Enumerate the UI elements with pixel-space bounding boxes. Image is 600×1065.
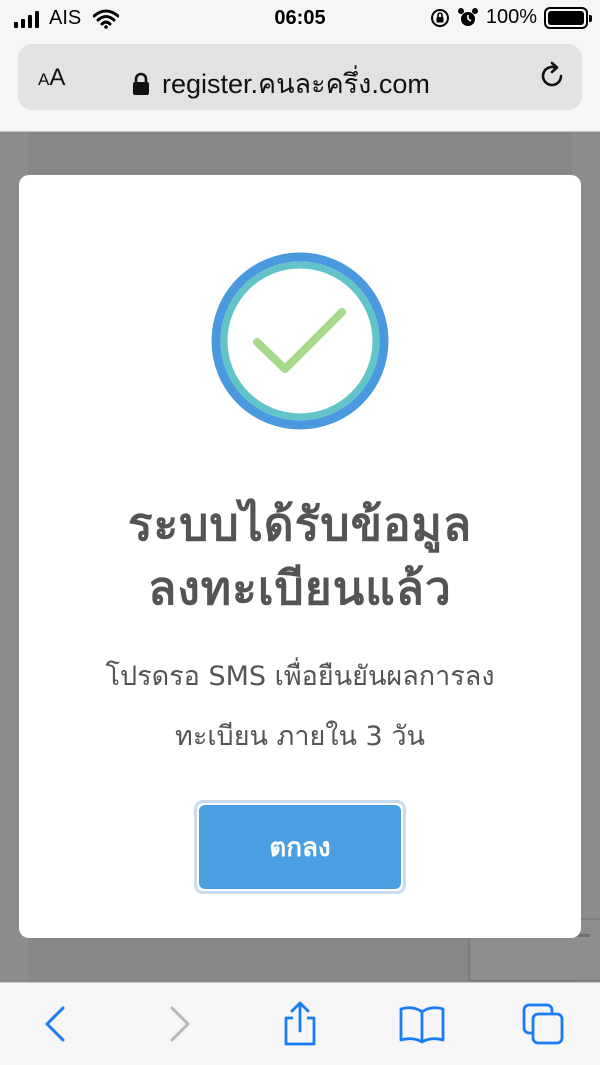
share-icon [284,1001,316,1046]
back-button[interactable] [30,1001,80,1047]
bookmarks-button[interactable] [397,1001,447,1047]
share-button[interactable] [275,1001,325,1047]
forward-button[interactable] [155,1001,205,1047]
dialog-title-line-2: ลงทะเบียนแล้ว [148,561,452,615]
dialog-message-line-1: โปรดรอ SMS เพื่อยืนยันผลการลง [105,661,495,692]
text-size-large-label: A [49,64,66,91]
address-bar[interactable]: AA register.คนละครึ่ง.com [18,44,582,110]
browser-top-bar: AA register.คนละครึ่ง.com [0,38,600,132]
text-size-small-label: A [38,70,50,89]
battery-percent: 100% [485,6,537,28]
back-icon [45,1006,65,1042]
url-display[interactable]: register.คนละครึ่ง.com [132,62,430,105]
dialog-message-line-2: ทะเบียน ภายใน 3 วัน [175,721,425,752]
tabs-icon [522,1003,564,1045]
alarm-icon [457,7,478,26]
ok-button[interactable]: ตกลง [199,805,401,889]
bookmarks-icon [399,1006,445,1044]
battery-icon [544,6,592,29]
dialog-title: ระบบได้รับข้อมูล ลงทะเบียนแล้ว [39,492,561,620]
text-size-button[interactable]: AA [38,64,65,92]
forward-icon [170,1006,190,1042]
browser-toolbar [0,982,600,1065]
url-text: register.คนละครึ่ง.com [162,69,430,99]
dialog-title-line-1: ระบบได้รับข้อมูล [127,497,473,551]
tabs-button[interactable] [518,1001,568,1047]
status-bar: AIS 06:05 100% [0,0,600,38]
lock-icon [133,72,149,95]
battery-fill [548,10,584,25]
success-check-icon [211,252,389,430]
ok-button-focus-ring: ตกลง [194,800,406,894]
status-right: 100% [430,6,592,29]
success-dialog: ระบบได้รับข้อมูล ลงทะเบียนแล้ว โปรดรอ SM… [19,175,581,938]
orientation-lock-icon [430,8,449,27]
reload-icon[interactable] [536,60,568,92]
dialog-message: โปรดรอ SMS เพื่อยืนยันผลการลง ทะเบียน ภา… [49,647,551,767]
